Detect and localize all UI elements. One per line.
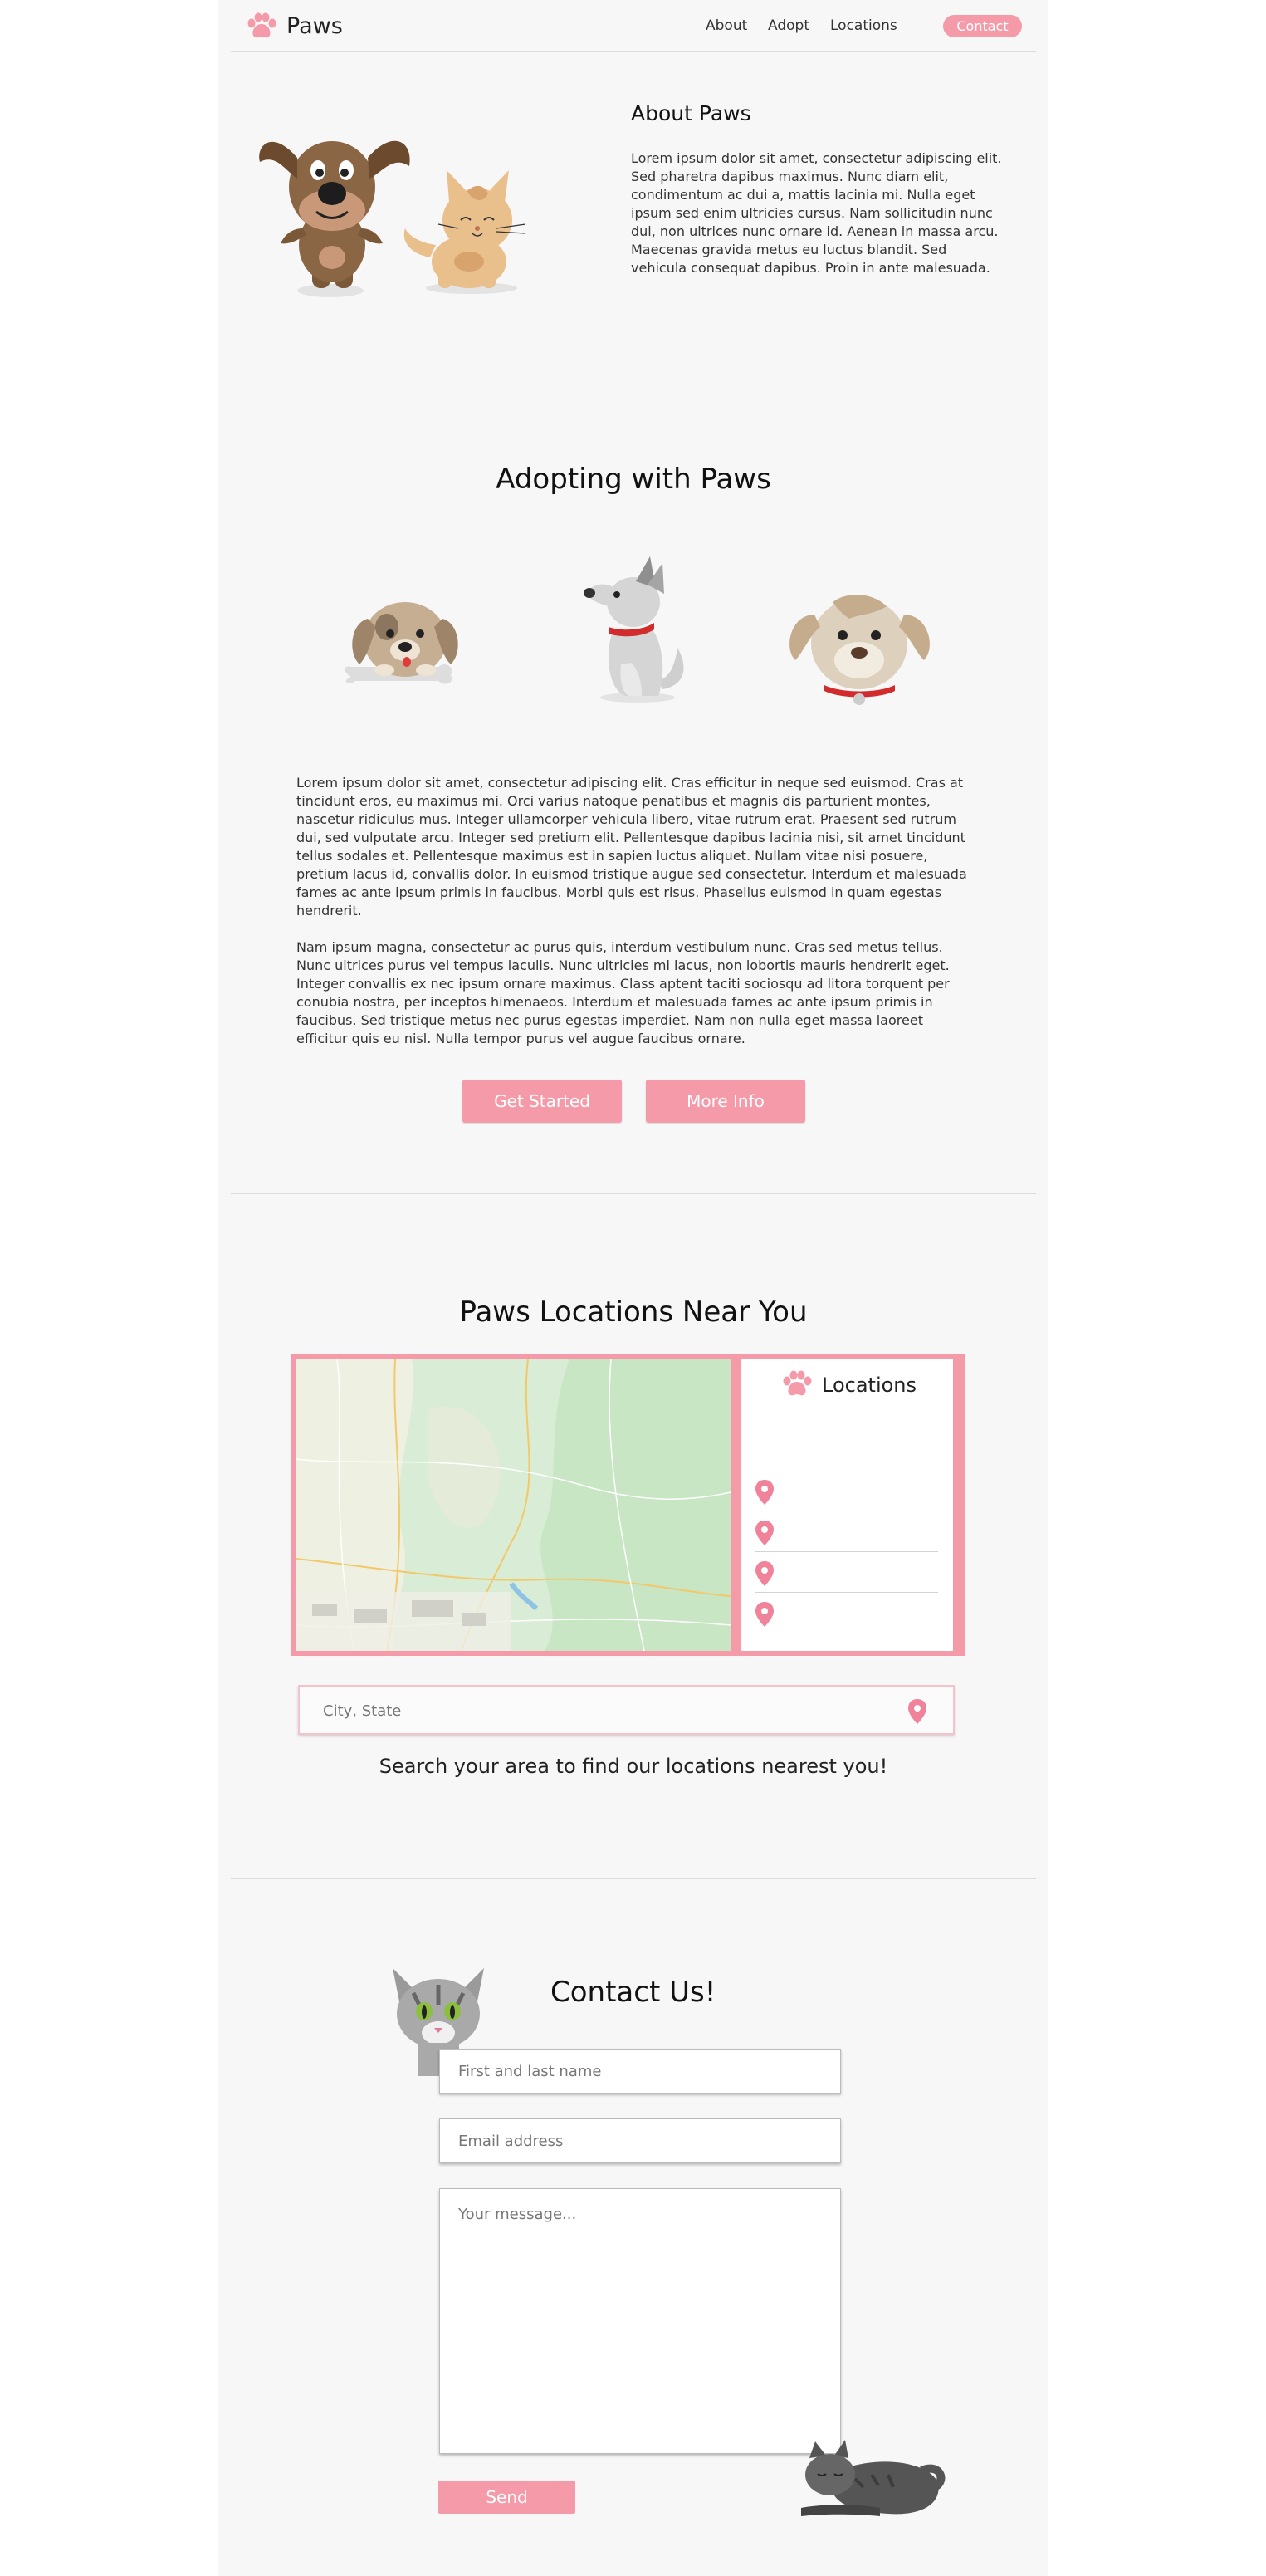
page: Paws About Adopt Locations Contact About…	[218, 0, 1048, 2576]
nav-adopt[interactable]: Adopt	[768, 17, 809, 34]
dog-and-cat-illustration	[259, 140, 526, 297]
header-divider	[231, 51, 1036, 52]
location-row-divider	[755, 1592, 938, 1593]
map-pin-icon[interactable]	[755, 1561, 774, 1586]
map-pin-icon[interactable]	[755, 1521, 774, 1545]
sleeping-cat-illustration	[801, 2440, 946, 2516]
message-field[interactable]	[439, 2188, 841, 2454]
locations-title: Paws Locations Near You	[459, 1295, 808, 1329]
puppy-face-illustration	[789, 594, 930, 705]
location-row-divider	[755, 1551, 938, 1552]
sitting-dog-illustration	[584, 556, 684, 703]
nav-about[interactable]: About	[706, 17, 747, 34]
map-pin-icon[interactable]	[908, 1699, 926, 1724]
adopt-paragraph-2: Nam ipsum magna, consectetur ac purus qu…	[296, 939, 950, 1046]
location-search-box	[298, 1685, 955, 1735]
locations-panel: Locations	[741, 1359, 953, 1651]
brand-name[interactable]: Paws	[286, 13, 343, 39]
puppy-with-bone-illustration	[345, 602, 458, 684]
more-info-button[interactable]: More Info	[646, 1080, 805, 1123]
send-button[interactable]: Send	[438, 2481, 575, 2514]
about-text: Lorem ipsum dolor sit amet, consectetur …	[631, 150, 1002, 276]
about-title: About Paws	[631, 101, 751, 125]
locations-caption: Search your area to find our locations n…	[379, 1755, 888, 1778]
map-view[interactable]	[296, 1359, 731, 1651]
email-field[interactable]	[439, 2118, 841, 2163]
contact-title: Contact Us!	[550, 1976, 716, 2009]
name-field[interactable]	[439, 2049, 841, 2094]
get-started-button[interactable]: Get Started	[462, 1080, 622, 1123]
location-search-input[interactable]	[323, 1700, 887, 1721]
locations-panel-title: Locations	[822, 1374, 917, 1397]
paw-icon	[783, 1370, 812, 1396]
adopt-title: Adopting with Paws	[496, 463, 771, 496]
map-pin-icon[interactable]	[755, 1480, 774, 1505]
paw-logo-icon	[247, 12, 276, 38]
adopt-paragraph-1: Lorem ipsum dolor sit amet, consectetur …	[296, 775, 967, 918]
nav-locations[interactable]: Locations	[830, 17, 897, 34]
adopt-divider	[231, 1193, 1036, 1194]
locations-divider	[231, 1878, 1036, 1879]
map-pin-icon[interactable]	[755, 1602, 774, 1627]
contact-button[interactable]: Contact	[943, 15, 1022, 37]
